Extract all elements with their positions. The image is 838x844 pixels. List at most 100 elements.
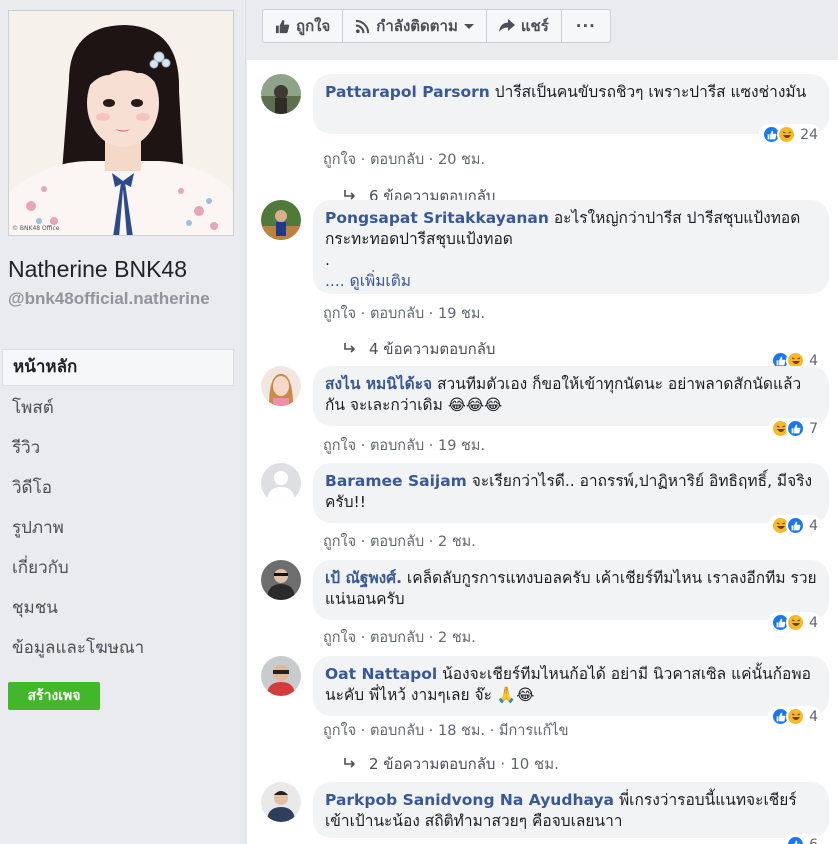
comment-bubble: เป้ ณัฐพงศ์. เคล็ดลับกูรการแทงบอลครับ เค… xyxy=(313,560,829,620)
like-reaction-icon xyxy=(786,516,806,535)
comment-meta: ถูกใจ · ตอบกลับ · 19 ชม. xyxy=(323,306,486,322)
see-more-link[interactable]: .... ดูเพิ่มเติม xyxy=(325,271,817,292)
chevron-down-icon xyxy=(463,24,474,29)
edited-label: มีการแก้ไข xyxy=(498,723,569,739)
thumbs-up-icon xyxy=(275,19,290,33)
comment-reply-link[interactable]: ตอบกลับ xyxy=(370,438,424,454)
page-name[interactable]: Natherine BNK48 xyxy=(8,256,240,283)
comment-bubble: Oat Nattapol น้องจะเชียร์ทีมไหนก้อได้ อย… xyxy=(313,656,829,716)
comment-meta: ถูกใจ · ตอบกลับ · 18 ชม. · มีการแก้ไข xyxy=(323,723,569,739)
comment-text-dot: . xyxy=(325,251,330,269)
comment-reply-link[interactable]: ตอบกลับ xyxy=(370,630,424,646)
comment-reply-link[interactable]: ตอบกลับ xyxy=(370,723,424,739)
profile-photo[interactable]: © BNK48 Office xyxy=(8,10,234,236)
comment-author[interactable]: สงไน หมนิได้ะจ xyxy=(325,375,432,393)
comment-bubble: Baramee Saijam จะเรียกว่าไรดี.. อาถรรพ์,… xyxy=(313,463,829,523)
comment-like-link[interactable]: ถูกใจ xyxy=(323,306,356,322)
reaction-count: 4 xyxy=(809,614,818,631)
avatar[interactable] xyxy=(261,74,301,114)
comment-author[interactable]: Pattarapol Parsorn xyxy=(325,83,490,101)
replies-time: 10 ชม. xyxy=(510,755,559,773)
following-label: กำลังติดตาม xyxy=(376,17,458,35)
photo-watermark: © BNK48 Office xyxy=(12,225,60,232)
comment-reply-link[interactable]: ตอบกลับ xyxy=(370,534,424,550)
reaction-count: 4 xyxy=(809,517,818,534)
comment-text: ปารีสเป็นคนขับรถชิวๆ เพราะปารีส แซงช่างม… xyxy=(494,83,807,101)
comment-like-link[interactable]: ถูกใจ xyxy=(323,438,356,454)
avatar[interactable] xyxy=(261,656,301,696)
view-replies-link[interactable]: 2 ข้อความตอบกลับ · 10 ชม. xyxy=(343,752,559,776)
left-sidebar: © BNK48 Office Natherine BNK48 @bnk48off… xyxy=(0,0,246,844)
view-replies-link[interactable]: 4 ข้อความตอบกลับ xyxy=(343,337,495,361)
comment-bubble: สงไน หมนิได้ะจ สวนทีมตัวเอง ก็ขอให้เข้าท… xyxy=(313,366,829,426)
sidebar-item-photos[interactable]: รูปภาพ xyxy=(2,509,234,549)
comment-author[interactable]: Oat Nattapol xyxy=(325,665,437,683)
reaction-summary[interactable]: 24 xyxy=(759,124,821,145)
comment-author[interactable]: Parkpob Sanidvong Na Ayudhaya xyxy=(325,791,614,809)
reaction-summary[interactable]: 6 xyxy=(783,834,821,844)
comment-like-link[interactable]: ถูกใจ xyxy=(323,534,356,550)
page-handle[interactable]: @bnk48official.natherine xyxy=(8,288,230,309)
comment-time[interactable]: 2 ชม. xyxy=(438,534,476,550)
reaction-summary[interactable]: 4 xyxy=(768,706,821,727)
comment-time[interactable]: 20 ชม. xyxy=(438,152,485,168)
sidebar-item-reviews[interactable]: รีวิว xyxy=(2,429,234,469)
comment-author[interactable]: เป้ ณัฐพงศ์. xyxy=(325,569,402,587)
comment-like-link[interactable]: ถูกใจ xyxy=(323,630,356,646)
like-reaction-icon xyxy=(786,419,806,438)
like-page-button[interactable]: ถูกใจ xyxy=(263,10,344,42)
haha-reaction-icon xyxy=(786,707,806,726)
avatar[interactable] xyxy=(261,366,301,406)
sidebar-nav: หน้าหลัก โพสต์ รีวิว วิดีโอ รูปภาพ เกี่ย… xyxy=(2,349,234,669)
comment-time[interactable]: 2 ชม. xyxy=(438,630,476,646)
comment-like-link[interactable]: ถูกใจ xyxy=(323,723,356,739)
avatar[interactable] xyxy=(261,782,301,822)
more-options-button[interactable]: ··· xyxy=(562,10,610,42)
reaction-summary[interactable]: 4 xyxy=(768,515,821,536)
comments-panel: Pattarapol Parsorn ปารีสเป็นคนขับรถชิวๆ … xyxy=(247,60,838,844)
comment-time[interactable]: 19 ชม. xyxy=(438,438,485,454)
sidebar-item-home[interactable]: หน้าหลัก xyxy=(2,349,234,386)
reaction-count: 4 xyxy=(809,708,818,725)
create-page-button[interactable]: สร้างเพจ xyxy=(8,682,100,710)
comment-author[interactable]: Baramee Saijam xyxy=(325,472,467,490)
comment-author[interactable]: Pongsapat Sritakkayanan xyxy=(325,209,549,227)
comment-like-link[interactable]: ถูกใจ xyxy=(323,152,356,168)
share-label: แชร์ xyxy=(520,17,549,35)
avatar[interactable] xyxy=(261,200,301,240)
sidebar-item-community[interactable]: ชุมชน xyxy=(2,589,234,629)
comment-time[interactable]: 18 ชม. xyxy=(438,723,485,739)
page-action-bar: ถูกใจ กำลังติดตาม แชร์ ··· xyxy=(262,9,611,43)
sidebar-item-info-ads[interactable]: ข้อมูลและโฆษณา xyxy=(2,629,234,669)
following-button[interactable]: กำลังติดตาม xyxy=(343,10,487,42)
like-page-label: ถูกใจ xyxy=(296,17,331,35)
comment-bubble: Pattarapol Parsorn ปารีสเป็นคนขับรถชิวๆ … xyxy=(313,74,829,134)
share-button[interactable]: แชร์ xyxy=(487,10,562,42)
comment-meta: ถูกใจ · ตอบกลับ · 2 ชม. xyxy=(323,534,476,550)
comment-meta: ถูกใจ · ตอบกลับ · 19 ชม. xyxy=(323,438,486,454)
haha-reaction-icon xyxy=(786,613,806,632)
avatar[interactable] xyxy=(261,463,301,503)
reaction-count: 6 xyxy=(809,837,818,844)
reaction-summary[interactable]: 7 xyxy=(768,418,821,439)
reaction-count: 24 xyxy=(800,126,818,143)
avatar-image xyxy=(261,656,301,696)
comment-reply-link[interactable]: ตอบกลับ xyxy=(370,306,424,322)
comment-meta: ถูกใจ · ตอบกลับ · 2 ชม. xyxy=(323,630,476,646)
like-reaction-icon xyxy=(786,835,806,844)
reply-arrow-icon xyxy=(344,758,356,768)
reply-arrow-icon xyxy=(344,343,356,353)
avatar[interactable] xyxy=(261,560,301,600)
replies-count-label: 2 ข้อความตอบกลับ xyxy=(369,755,496,773)
reaction-summary[interactable]: 4 xyxy=(768,612,821,633)
comment-meta: ถูกใจ · ตอบกลับ · 20 ชม. xyxy=(323,152,486,168)
comment-reply-link[interactable]: ตอบกลับ xyxy=(370,152,424,168)
replies-count-label: 4 ข้อความตอบกลับ xyxy=(369,340,496,358)
sidebar-item-about[interactable]: เกี่ยวกับ xyxy=(2,549,234,589)
profile-photo-image xyxy=(9,11,233,235)
sidebar-item-posts[interactable]: โพสต์ xyxy=(2,389,234,429)
share-arrow-icon xyxy=(498,19,515,32)
default-avatar-icon xyxy=(261,463,301,503)
sidebar-item-videos[interactable]: วิดีโอ xyxy=(2,469,234,509)
comment-time[interactable]: 19 ชม. xyxy=(438,306,485,322)
